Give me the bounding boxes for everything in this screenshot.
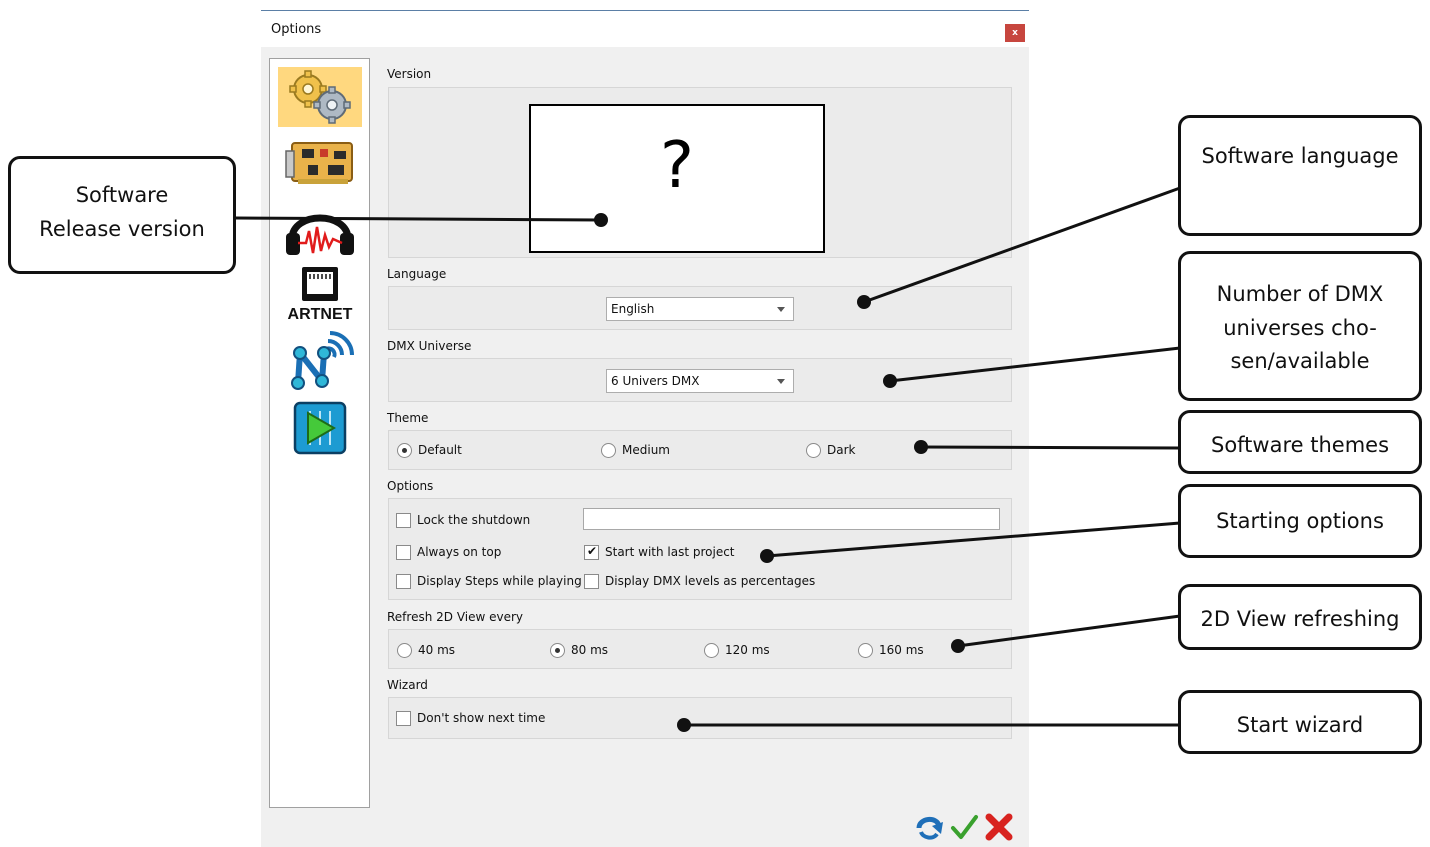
wizard-dot bbox=[677, 718, 691, 732]
callout-dmx-universes: Number of DMX universes cho- sen/availab… bbox=[1178, 251, 1422, 401]
callout-software-language: Software language bbox=[1178, 115, 1422, 236]
refresh-dot bbox=[951, 639, 965, 653]
callout-software-themes: Software themes bbox=[1178, 410, 1422, 474]
language-leader-line bbox=[863, 186, 1181, 304]
callout-line: sen/available bbox=[1230, 349, 1370, 374]
callout-starting-options: Starting options bbox=[1178, 484, 1422, 558]
release-dot bbox=[594, 213, 608, 227]
starting-dot bbox=[760, 549, 774, 563]
callout-line: Number of DMX bbox=[1216, 282, 1384, 306]
callout-release-version: Software Release version bbox=[8, 156, 236, 274]
callout-2d-view-refreshing: 2D View refreshing bbox=[1178, 584, 1422, 650]
refresh-leader-line bbox=[957, 614, 1181, 648]
dmx-leader-line bbox=[889, 346, 1181, 383]
callout-line: Software language bbox=[1201, 144, 1399, 168]
callout-start-wizard: Start wizard bbox=[1178, 690, 1422, 754]
starting-leader-line bbox=[766, 521, 1181, 558]
callout-line: universes cho- bbox=[1223, 315, 1377, 340]
callout-line: Software bbox=[75, 183, 169, 207]
callout-line: Starting options bbox=[1216, 509, 1384, 533]
callout-line: Software themes bbox=[1210, 433, 1390, 457]
language-dot bbox=[857, 295, 871, 309]
callout-line: Release version bbox=[39, 216, 205, 241]
themes-leader-line bbox=[920, 445, 1181, 450]
callout-line: 2D View refreshing bbox=[1200, 607, 1400, 631]
themes-dot bbox=[914, 440, 928, 454]
release-leader-line bbox=[235, 216, 602, 222]
callout-line: Start wizard bbox=[1236, 713, 1364, 737]
dmx-dot bbox=[883, 374, 897, 388]
